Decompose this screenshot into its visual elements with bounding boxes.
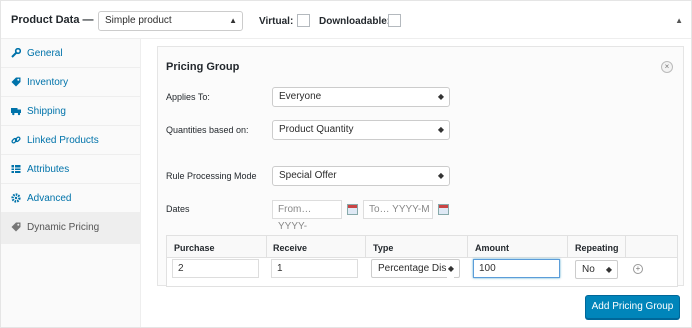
select-arrows-icon: ▲︎ (229, 16, 237, 25)
select-arrows-icon: ◆ (437, 171, 444, 180)
amount-input[interactable]: 100 (473, 259, 560, 278)
tab-attributes[interactable]: Attributes (1, 155, 140, 184)
select-arrows-icon: ◆ (605, 265, 612, 274)
tab-label: General (27, 48, 63, 59)
tag-icon (11, 77, 21, 87)
select-arrows-icon: ◆ (437, 92, 444, 101)
tab-dynamic-pricing[interactable]: Dynamic Pricing (1, 213, 140, 244)
repeating-select[interactable]: No ◆ (575, 260, 618, 279)
quantities-select[interactable]: Product Quantity ◆ (272, 120, 450, 140)
downloadable-checkbox[interactable] (388, 14, 401, 27)
pricing-group-box: Pricing Group × Applies To: Everyone ◆ Q… (157, 46, 684, 287)
receive-input[interactable]: 1 (271, 259, 358, 278)
tab-label: Inventory (27, 77, 69, 88)
rule-mode-select[interactable]: Special Offer ◆ (272, 166, 450, 186)
table-icon (11, 165, 21, 173)
rule-mode-label: Rule Processing Mode (166, 171, 257, 181)
tab-label: Dynamic Pricing (27, 222, 100, 233)
column-header-type: Type (373, 243, 394, 253)
add-rule-icon[interactable]: + (633, 264, 643, 274)
add-pricing-group-button[interactable]: Add Pricing Group (585, 295, 680, 319)
remove-group-icon[interactable]: × (661, 61, 673, 73)
purchase-input[interactable]: 2 (172, 259, 259, 278)
purchase-value: 2 (178, 263, 184, 274)
tab-linked-products[interactable]: Linked Products (1, 126, 140, 155)
date-from-input[interactable]: From… YYYY- (272, 200, 342, 232)
product-data-header: Product Data — Simple product ▲︎ Virtual… (1, 1, 691, 39)
date-from-placeholder: From… YYYY- (278, 204, 312, 232)
amount-value: 100 (479, 263, 496, 274)
gear-icon (11, 193, 21, 203)
quantities-label: Quantities based on: (166, 125, 249, 135)
select-arrows-icon: ◆ (446, 260, 454, 278)
applies-to-label: Applies To: (166, 92, 210, 102)
dates-label: Dates (166, 204, 190, 214)
receive-value: 1 (277, 263, 283, 274)
tab-label: Shipping (27, 106, 66, 117)
truck-icon (11, 108, 21, 116)
product-type-select[interactable]: Simple product ▲︎ (98, 11, 243, 31)
calendar-icon[interactable] (438, 204, 449, 215)
select-arrows-icon: ◆ (437, 125, 444, 134)
tab-label: Linked Products (27, 135, 99, 146)
tab-label: Advanced (27, 193, 72, 204)
link-icon (11, 136, 21, 144)
applies-to-value: Everyone (279, 91, 322, 102)
quantities-value: Product Quantity (279, 124, 354, 135)
product-data-tabs: General Inventory Shipping Linked Produc… (1, 39, 141, 327)
column-header-repeating: Repeating (575, 243, 619, 253)
tag-icon (11, 222, 21, 232)
product-type-value: Simple product (105, 15, 172, 26)
tab-general[interactable]: General (1, 39, 140, 68)
applies-to-select[interactable]: Everyone ◆ (272, 87, 450, 107)
date-to-placeholder: To… YYYY-M (369, 204, 430, 215)
tab-inventory[interactable]: Inventory (1, 68, 140, 97)
type-value: Percentage Dis (378, 263, 447, 274)
rules-table-header: Purchase Receive Type Amount Repeating (166, 235, 678, 258)
date-to-input[interactable]: To… YYYY-M (363, 200, 433, 219)
rule-mode-value: Special Offer (279, 170, 337, 181)
product-data-title: Product Data — (11, 14, 94, 26)
virtual-label: Virtual: (259, 16, 294, 27)
pricing-group-title: Pricing Group (166, 61, 240, 73)
product-data-panel: Product Data — Simple product ▲︎ Virtual… (0, 0, 692, 328)
type-select[interactable]: Percentage Dis ◆ (371, 259, 460, 278)
tab-advanced[interactable]: Advanced (1, 184, 140, 213)
wrench-icon (11, 48, 21, 58)
repeating-value: No (582, 264, 595, 275)
tab-shipping[interactable]: Shipping (1, 97, 140, 126)
tab-label: Attributes (27, 164, 70, 175)
downloadable-label: Downloadable: (319, 16, 391, 27)
virtual-checkbox[interactable] (297, 14, 310, 27)
collapse-arrow-icon[interactable]: ▲ (675, 16, 683, 25)
column-header-amount: Amount (475, 243, 509, 253)
column-header-receive: Receive (273, 243, 308, 253)
column-header-purchase: Purchase (174, 243, 215, 253)
calendar-icon[interactable] (347, 204, 358, 215)
